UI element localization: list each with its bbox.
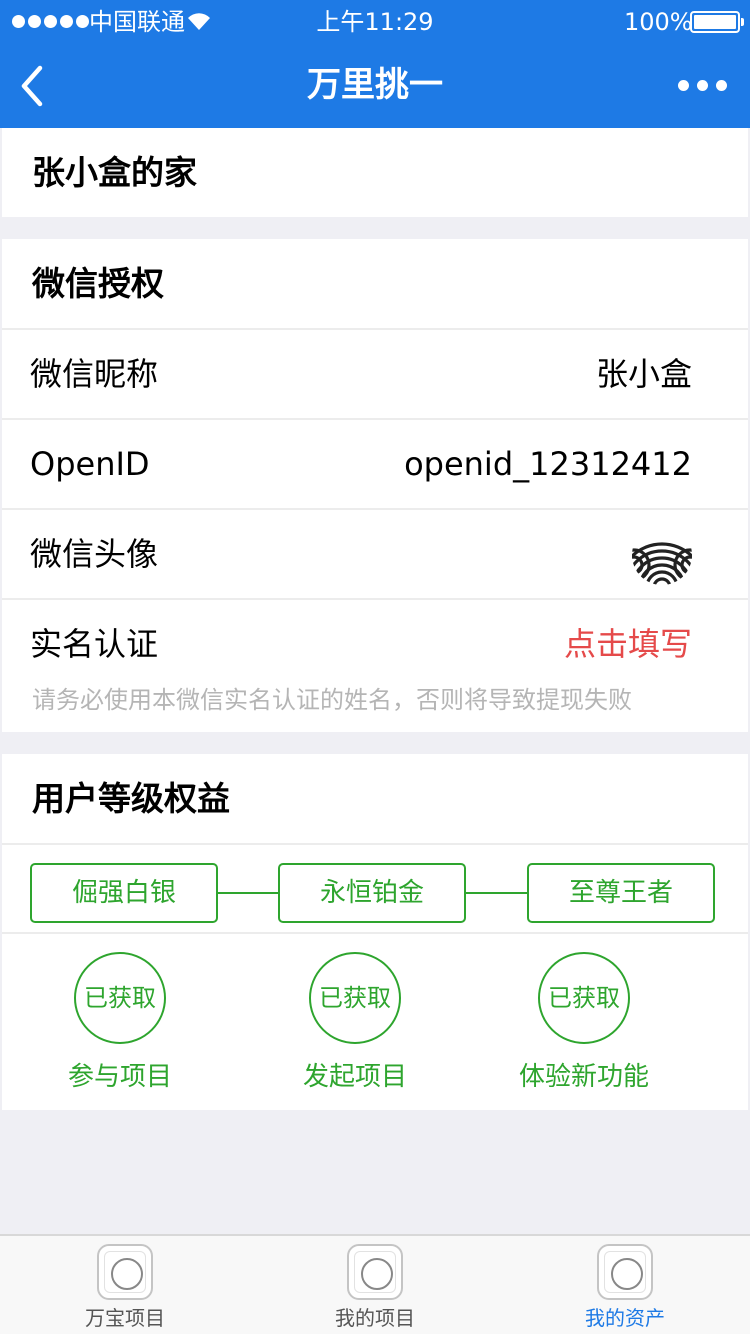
tab-label: 我的资产	[585, 1306, 665, 1330]
status-bar: 中国联通 上午11:29 100%	[0, 0, 750, 44]
more-icon[interactable]	[678, 80, 727, 91]
user-level-card: 用户等级权益 倔强白银 永恒铂金 至尊王者 已获取 参与项目 已获取 发起项目 …	[2, 754, 748, 1110]
obtained-badge: 已获取	[309, 952, 401, 1044]
perk-label: 参与项目	[67, 1062, 172, 1092]
tab-bar: 万宝项目 我的项目 我的资产	[0, 1234, 750, 1334]
nickname-value: 张小盒	[595, 355, 692, 393]
app-header: 中国联通 上午11:29 100% 万里挑一	[0, 0, 750, 128]
tab-placeholder-icon	[597, 1244, 653, 1300]
perk-label: 发起项目	[302, 1062, 407, 1092]
realname-label: 实名认证	[30, 625, 159, 663]
wechat-auth-card: 微信授权 微信昵称 张小盒 OpenID openid_12312412 微信头…	[2, 239, 748, 732]
level-platinum: 永恒铂金	[278, 863, 466, 923]
obtained-badge: 已获取	[538, 952, 630, 1044]
perk-list: 已获取 参与项目 已获取 发起项目 已获取 体验新功能	[2, 932, 748, 1110]
nav-bar: 万里挑一	[0, 44, 750, 128]
perk-label: 体验新功能	[518, 1062, 649, 1092]
openid-value: openid_12312412	[404, 445, 692, 483]
level-king: 至尊王者	[527, 863, 715, 923]
openid-row: OpenID openid_12312412	[2, 418, 748, 507]
tab-my-projects[interactable]: 我的项目	[250, 1236, 500, 1334]
realname-fill-link[interactable]: 点击填写	[564, 600, 692, 689]
level-silver: 倔强白银	[30, 863, 218, 923]
obtained-badge: 已获取	[74, 952, 166, 1044]
level-connector	[466, 892, 528, 894]
tab-placeholder-icon	[97, 1244, 153, 1300]
user-level-title: 用户等级权益	[32, 779, 230, 818]
perk-item: 已获取 参与项目	[20, 934, 220, 1112]
perk-item: 已获取 发起项目	[255, 934, 455, 1112]
avatar	[632, 525, 692, 585]
nickname-label: 微信昵称	[30, 355, 159, 393]
tab-label: 万宝项目	[85, 1306, 165, 1330]
tab-my-assets[interactable]: 我的资产	[500, 1236, 750, 1334]
level-connector	[218, 892, 280, 894]
realname-hint: 请务必使用本微信实名认证的姓名，否则将导致提现失败	[32, 686, 632, 714]
tab-wanbao-projects[interactable]: 万宝项目	[0, 1236, 250, 1334]
nickname-row: 微信昵称 张小盒	[2, 328, 748, 417]
avatar-label: 微信头像	[30, 535, 159, 573]
home-card: 张小盒的家	[2, 128, 748, 217]
openid-label: OpenID	[30, 445, 150, 483]
tab-placeholder-icon	[347, 1244, 403, 1300]
home-title: 张小盒的家	[32, 153, 197, 192]
perk-item: 已获取 体验新功能	[484, 934, 684, 1112]
realname-row[interactable]: 实名认证 点击填写 请务必使用本微信实名认证的姓名，否则将导致提现失败	[2, 598, 748, 732]
wechat-auth-title: 微信授权	[32, 264, 164, 303]
battery-percent: 100%	[624, 8, 693, 36]
level-track: 倔强白银 永恒铂金 至尊王者	[2, 843, 748, 932]
page-title: 万里挑一	[307, 65, 443, 105]
tab-label: 我的项目	[335, 1306, 415, 1330]
battery-icon	[690, 11, 744, 33]
avatar-row: 微信头像	[2, 508, 748, 597]
